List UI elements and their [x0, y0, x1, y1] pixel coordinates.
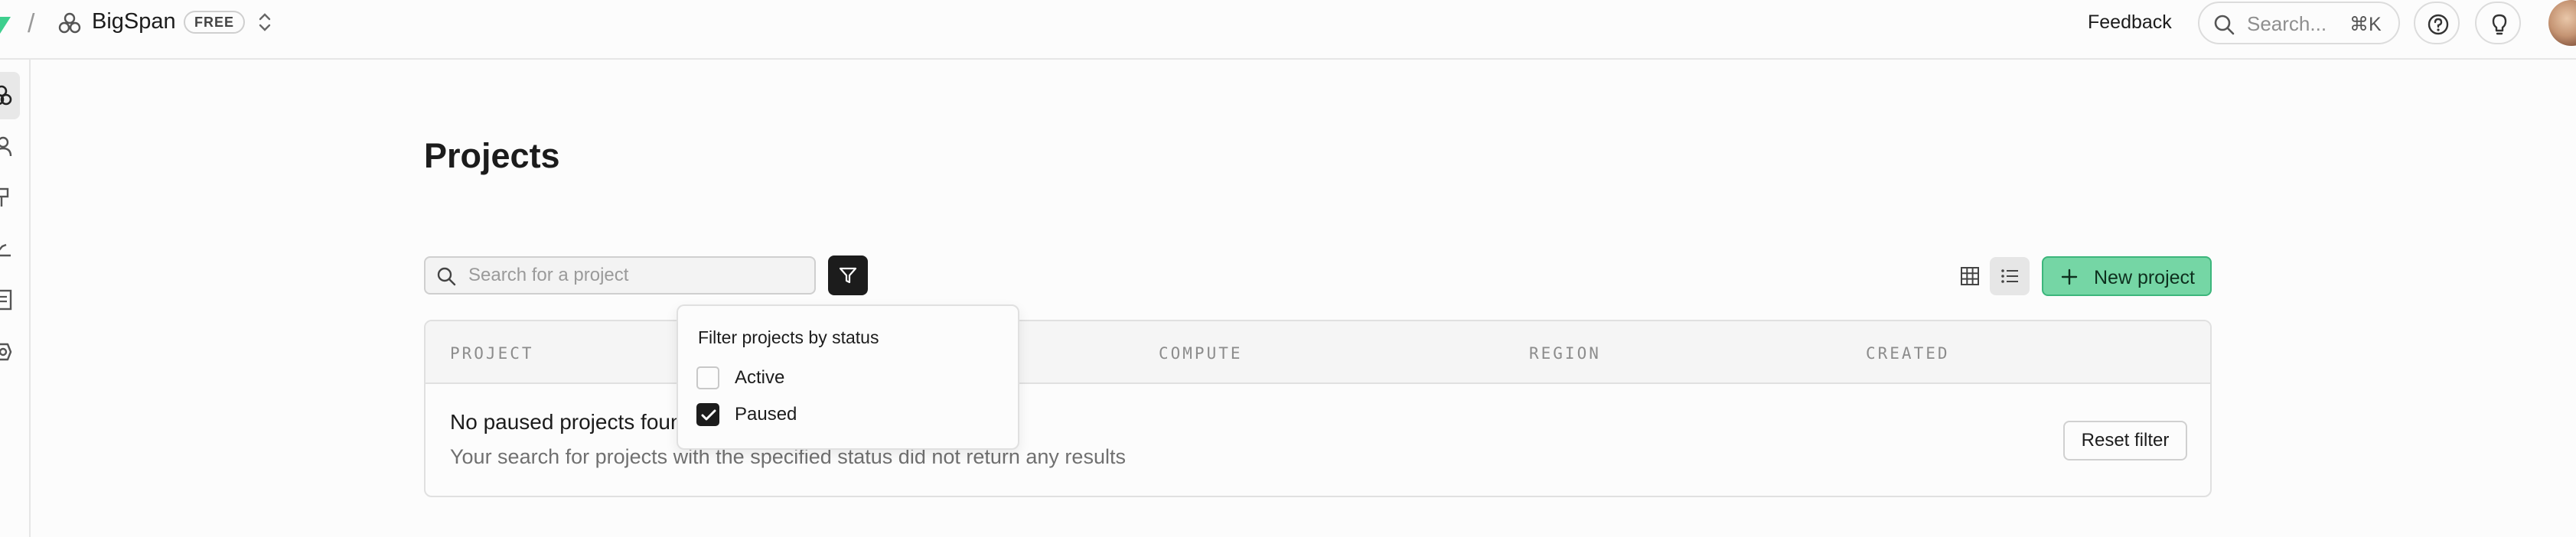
team-icon [0, 136, 12, 157]
checkbox-paused[interactable] [696, 403, 719, 426]
column-header-created[interactable]: CREATED [1866, 344, 1950, 363]
organization-icon [58, 12, 81, 34]
organization-name[interactable]: BigSpan [92, 9, 176, 34]
column-header-project[interactable]: PROJECT [450, 344, 534, 363]
chevron-up-down-icon[interactable] [256, 11, 274, 34]
search-icon [2214, 15, 2235, 35]
sidebar-item-usage[interactable] [0, 233, 20, 263]
checkmark-icon [701, 409, 716, 421]
feedback-button[interactable]: Feedback [2075, 6, 2184, 38]
new-project-label: New project [2094, 267, 2195, 288]
reset-filter-button[interactable]: Reset filter [2063, 421, 2187, 461]
sidebar-item-integrations[interactable] [0, 182, 20, 213]
filter-option-label: Active [735, 367, 785, 388]
filter-option-label: Paused [735, 404, 797, 425]
project-search[interactable] [424, 256, 816, 295]
help-icon [2428, 14, 2449, 35]
billing-icon [0, 289, 12, 311]
status-filter-dropdown: Filter projects by status Active Paused [677, 304, 1019, 450]
list-view-toggle[interactable] [1990, 257, 2030, 295]
plan-badge: FREE [184, 11, 246, 34]
usage-icon [0, 243, 11, 257]
filter-button[interactable] [828, 255, 868, 295]
column-header-region[interactable]: REGION [1529, 344, 1601, 363]
page-title: Projects [424, 136, 560, 175]
dropdown-title: Filter projects by status [698, 327, 879, 347]
project-search-input[interactable] [468, 264, 797, 287]
plus-icon [2061, 268, 2078, 285]
grid-icon [1961, 267, 1979, 285]
empty-state-title: No paused projects found [450, 410, 695, 434]
grid-view-toggle[interactable] [1950, 257, 1988, 295]
projects-icon [0, 85, 12, 106]
sidebar-item-projects[interactable] [0, 72, 20, 119]
global-search[interactable]: Search... ⌘K [2198, 2, 2400, 44]
breadcrumb-separator: / [28, 9, 35, 38]
lightbulb-icon [2492, 14, 2507, 35]
settings-icon [0, 343, 12, 361]
new-project-button[interactable]: New project [2042, 256, 2212, 296]
avatar[interactable] [2548, 0, 2576, 46]
column-header-compute[interactable]: COMPUTE [1159, 344, 1243, 363]
sidebar [0, 60, 31, 537]
filter-option-paused[interactable]: Paused [696, 401, 926, 428]
whats-new-button[interactable] [2475, 2, 2521, 44]
sidebar-item-settings[interactable] [0, 337, 20, 367]
checkbox-active[interactable] [696, 366, 719, 389]
sidebar-item-billing[interactable] [0, 285, 20, 315]
filter-option-active[interactable]: Active [696, 364, 926, 392]
sidebar-item-team[interactable] [0, 131, 20, 161]
help-button[interactable] [2414, 2, 2460, 44]
logo-icon[interactable] [0, 17, 11, 34]
search-icon [437, 267, 456, 286]
keyboard-shortcut: ⌘K [2349, 14, 2382, 35]
integrations-icon [0, 187, 9, 207]
top-bar: / BigSpan FREE Feedback Search... ⌘K [0, 0, 2576, 60]
list-icon [2001, 269, 2018, 283]
global-search-placeholder: Search... [2247, 12, 2327, 35]
filter-icon [839, 267, 857, 284]
